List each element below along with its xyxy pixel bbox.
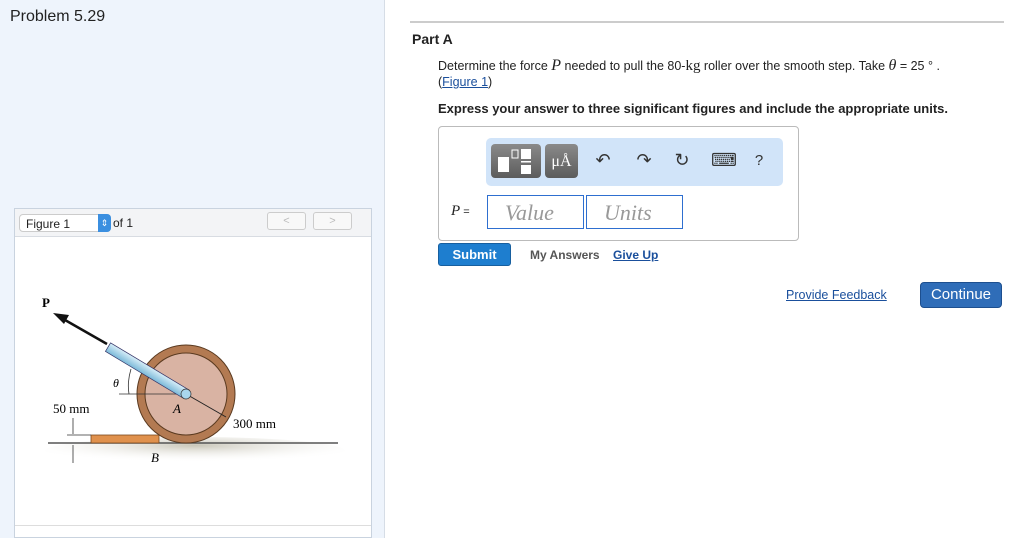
undo-icon[interactable]: ↶ (593, 150, 613, 171)
paren: ) (488, 75, 493, 89)
fraction-template-icon (498, 149, 531, 174)
select-arrows-icon: ⇕ (98, 214, 111, 232)
q-text: = 25 ° . (896, 59, 940, 73)
figure-select-value: Figure 1 (26, 217, 71, 231)
q-var: P (551, 57, 562, 74)
figure-select[interactable]: Figure 1 ⇕ (19, 214, 111, 232)
figure-panel: Figure 1 ⇕ of 1 < > P θ A B 50 mm 300 mm (14, 208, 372, 538)
my-answers-link[interactable]: My Answers (530, 248, 600, 262)
problem-title: Problem 5.29 (10, 8, 106, 25)
answer-box: μÅ ↶ ↷ ↻ ⌨ ? P = Value Units (438, 126, 799, 241)
figure-count: of 1 (113, 216, 134, 230)
reset-icon[interactable]: ↻ (672, 150, 692, 171)
q-unit: kg (685, 58, 701, 74)
step-height-label: 50 mm (53, 401, 89, 416)
figure-sidebar: Problem 5.29 Figure 1 ⇕ of 1 < > P θ A B… (0, 0, 385, 538)
q-text: roller over the smooth step. Take (700, 59, 889, 73)
roller-diagram: P θ A B 50 mm 300 mm (42, 295, 345, 465)
next-figure-button[interactable]: > (313, 212, 352, 230)
provide-feedback-link[interactable]: Provide Feedback (786, 288, 887, 302)
step-block (90, 434, 160, 444)
point-a-label: A (172, 401, 181, 416)
keyboard-icon[interactable]: ⌨ (711, 150, 737, 171)
units-button[interactable]: μÅ (545, 144, 578, 178)
prev-figure-button[interactable]: < (267, 212, 306, 230)
answer-label: P = (451, 203, 470, 219)
divider (410, 21, 1004, 23)
submit-button[interactable]: Submit (438, 243, 511, 266)
point-b-label: B (151, 450, 159, 465)
redo-icon[interactable]: ↷ (634, 150, 654, 171)
help-icon[interactable]: ? (749, 152, 769, 169)
figure-link[interactable]: Figure 1 (442, 75, 488, 89)
figure-footer-divider (15, 525, 371, 526)
templates-button[interactable] (491, 144, 541, 178)
force-arrow (64, 318, 108, 346)
give-up-link[interactable]: Give Up (613, 248, 658, 262)
theta-label: θ (113, 376, 119, 390)
force-label: P (42, 295, 50, 310)
math-toolbar: μÅ ↶ ↷ ↻ ⌨ ? (486, 138, 783, 186)
q-text: needed to pull the 80- (561, 59, 686, 73)
figure-header: Figure 1 ⇕ of 1 < > (15, 209, 371, 237)
units-input[interactable]: Units (586, 195, 683, 229)
continue-button[interactable]: Continue (920, 282, 1002, 308)
q-text: Determine the force (438, 59, 552, 73)
value-input[interactable]: Value (487, 195, 584, 229)
radius-label: 300 mm (233, 416, 276, 431)
instructions: Express your answer to three significant… (438, 101, 948, 116)
part-title: Part A (412, 31, 453, 47)
question-text: Determine the force P needed to pull the… (438, 58, 998, 90)
